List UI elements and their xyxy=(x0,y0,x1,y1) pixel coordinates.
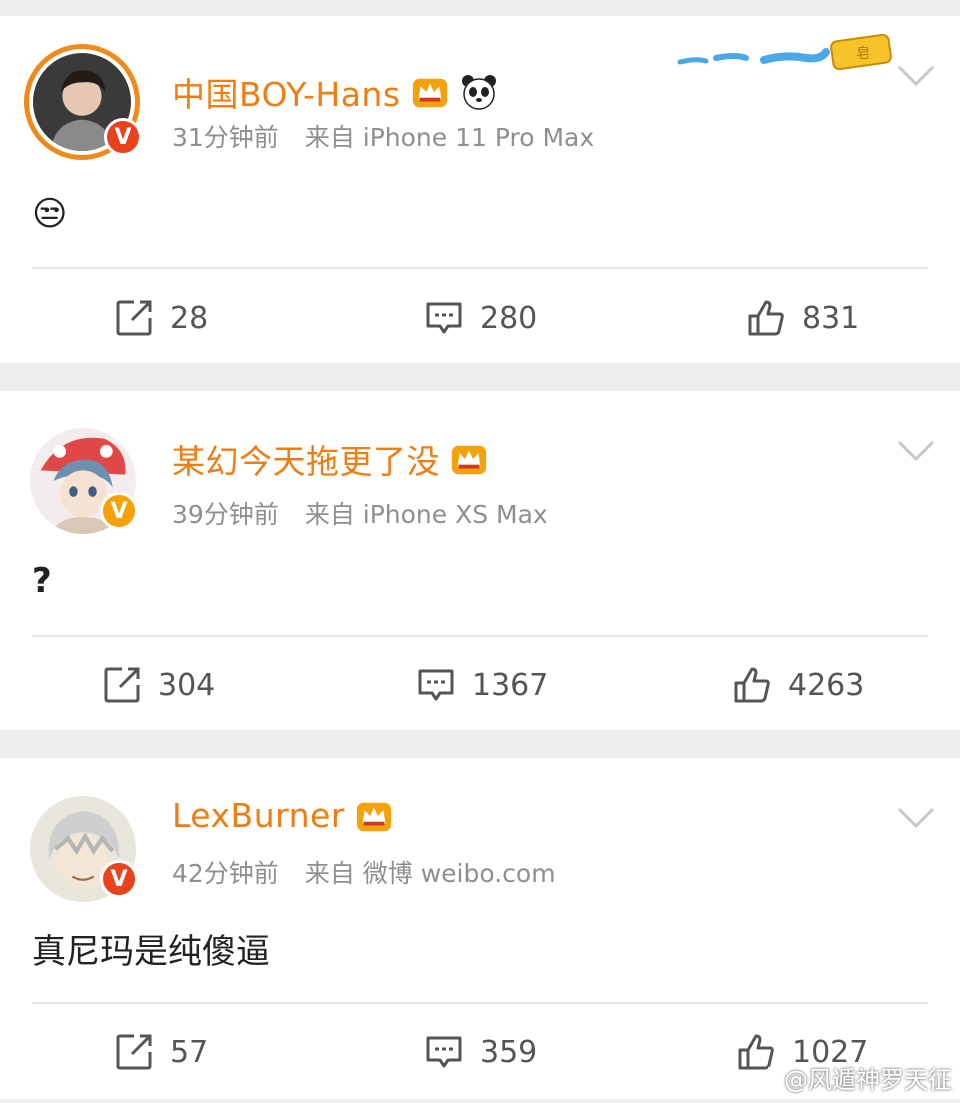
watermark: @风遁神罗天征 xyxy=(744,1060,952,1095)
repost-icon xyxy=(116,300,152,336)
comment-icon xyxy=(426,302,462,334)
decorative-water-soap-icon: 皂 xyxy=(677,34,892,71)
post-content: 😒 xyxy=(32,194,68,234)
avatar[interactable]: V xyxy=(30,796,138,902)
divider xyxy=(32,267,928,269)
chevron-down-icon[interactable] xyxy=(896,804,936,834)
username[interactable]: 中国BOY-Hans xyxy=(172,68,499,116)
like-count: 4263 xyxy=(788,667,865,703)
verified-badge-icon: V xyxy=(100,492,138,530)
repost-count: 57 xyxy=(170,1034,209,1070)
post-time: 31分钟前 xyxy=(172,123,279,152)
username-text[interactable]: 中国BOY-Hans xyxy=(172,68,401,116)
divider xyxy=(32,1002,928,1004)
weibo-logo-icon xyxy=(744,1066,777,1091)
svg-text:皂: 皂 xyxy=(856,46,870,62)
comment-count: 1367 xyxy=(472,667,549,703)
comment-icon xyxy=(426,1036,462,1068)
post-time: 39分钟前 xyxy=(172,500,279,529)
post-source: 来自 微博 weibo.com xyxy=(304,859,556,888)
username[interactable]: LexBurner xyxy=(172,796,393,835)
post-source: 来自 iPhone 11 Pro Max xyxy=(304,123,595,152)
repost-icon xyxy=(116,1034,152,1070)
repost-button[interactable]: 28 xyxy=(114,288,208,348)
comment-count: 280 xyxy=(480,300,538,336)
repost-icon xyxy=(104,667,140,703)
post-source: 来自 iPhone XS Max xyxy=(304,500,548,529)
action-bar: 28 280 831 xyxy=(0,288,960,348)
repost-count: 28 xyxy=(170,300,209,336)
weibo-feed: 皂 V 中国BOY-Hans 31分钟前 来自 iPhone 11 Pro Ma… xyxy=(0,0,960,1103)
comment-icon xyxy=(418,669,454,701)
username-text[interactable]: LexBurner xyxy=(172,796,345,835)
comment-button[interactable]: 1367 xyxy=(416,655,548,715)
avatar[interactable]: V xyxy=(30,428,138,534)
like-icon xyxy=(748,300,784,336)
repost-button[interactable]: 304 xyxy=(102,655,215,715)
verified-badge-icon: V xyxy=(104,118,142,156)
comment-button[interactable]: 280 xyxy=(424,288,537,348)
verified-badge-icon: V xyxy=(100,860,138,898)
post-content: ? xyxy=(32,561,52,601)
comment-button[interactable]: 359 xyxy=(424,1022,537,1082)
post-card: 皂 V 中国BOY-Hans 31分钟前 来自 iPhone 11 Pro Ma… xyxy=(0,16,960,363)
post-meta: 42分钟前 来自 微博 weibo.com xyxy=(172,854,556,890)
post-meta: 31分钟前 来自 iPhone 11 Pro Max xyxy=(172,118,594,154)
post-content: 真尼玛是纯傻逼 xyxy=(32,932,270,972)
crown-icon xyxy=(356,802,391,831)
action-bar: 304 1367 4263 xyxy=(0,655,960,715)
username[interactable]: 某幻今天拖更了没 xyxy=(172,435,488,483)
post-time: 42分钟前 xyxy=(172,859,279,888)
like-count: 831 xyxy=(802,300,860,336)
repost-button[interactable]: 57 xyxy=(114,1022,208,1082)
username-text[interactable]: 某幻今天拖更了没 xyxy=(172,435,440,483)
post-meta: 39分钟前 来自 iPhone XS Max xyxy=(172,495,548,531)
like-button[interactable]: 831 xyxy=(746,288,859,348)
post-card: V 某幻今天拖更了没 39分钟前 来自 iPhone XS Max ? 304 … xyxy=(0,391,960,730)
panda-icon xyxy=(461,75,496,110)
like-icon xyxy=(734,667,770,703)
like-button[interactable]: 4263 xyxy=(732,655,864,715)
watermark-text: @风遁神罗天征 xyxy=(784,1066,952,1094)
crown-icon xyxy=(451,445,487,475)
chevron-down-icon[interactable] xyxy=(896,62,936,92)
chevron-down-icon[interactable] xyxy=(896,437,936,467)
repost-count: 304 xyxy=(158,667,216,703)
divider xyxy=(32,635,928,637)
post-card: V LexBurner 42分钟前 来自 微博 weibo.com 真尼玛是纯傻逼 xyxy=(0,758,960,1099)
avatar[interactable]: V xyxy=(24,44,142,160)
comment-count: 359 xyxy=(480,1034,538,1070)
crown-icon xyxy=(412,78,447,108)
